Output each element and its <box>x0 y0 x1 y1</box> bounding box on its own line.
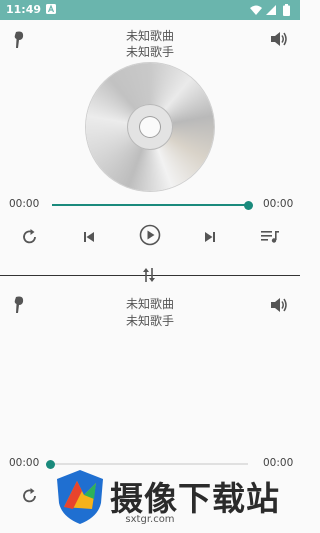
progress-track[interactable] <box>52 200 253 210</box>
previous-icon[interactable] <box>83 231 95 243</box>
status-bar: 11:49 <box>0 0 300 20</box>
play-icon[interactable] <box>139 224 161 246</box>
status-time: 11:49 <box>6 3 42 16</box>
artist-name: 未知歌手 <box>125 45 174 59</box>
song-title: 未知歌曲 <box>125 29 174 43</box>
signal-icon <box>266 5 276 15</box>
current-time: 00:00 <box>9 198 40 210</box>
wifi-icon <box>250 5 262 15</box>
swap-vertical-icon[interactable] <box>142 267 156 283</box>
progress-thumb[interactable] <box>243 200 253 210</box>
volume-icon[interactable] <box>271 297 289 313</box>
total-time: 00:00 <box>263 457 294 469</box>
disc-center-hole <box>139 116 161 138</box>
progress-thumb[interactable] <box>45 459 55 469</box>
song-title: 未知歌曲 <box>125 297 174 311</box>
next-icon[interactable] <box>204 231 216 243</box>
playlist-icon[interactable] <box>261 230 279 244</box>
current-time: 00:00 <box>9 457 40 469</box>
progress-fill <box>52 204 248 206</box>
a-icon <box>46 4 56 14</box>
repeat-icon[interactable] <box>21 487 39 505</box>
watermark-text: 摄像下载站 <box>110 479 280 518</box>
total-time: 00:00 <box>263 198 294 210</box>
album-art-disc <box>86 63 214 191</box>
repeat-icon[interactable] <box>21 228 39 246</box>
battery-icon <box>283 4 290 16</box>
progress-track[interactable] <box>45 459 248 469</box>
watermark-url: sxtgr.com <box>125 514 175 525</box>
artist-name: 未知歌手 <box>125 314 174 328</box>
volume-icon[interactable] <box>271 31 289 47</box>
